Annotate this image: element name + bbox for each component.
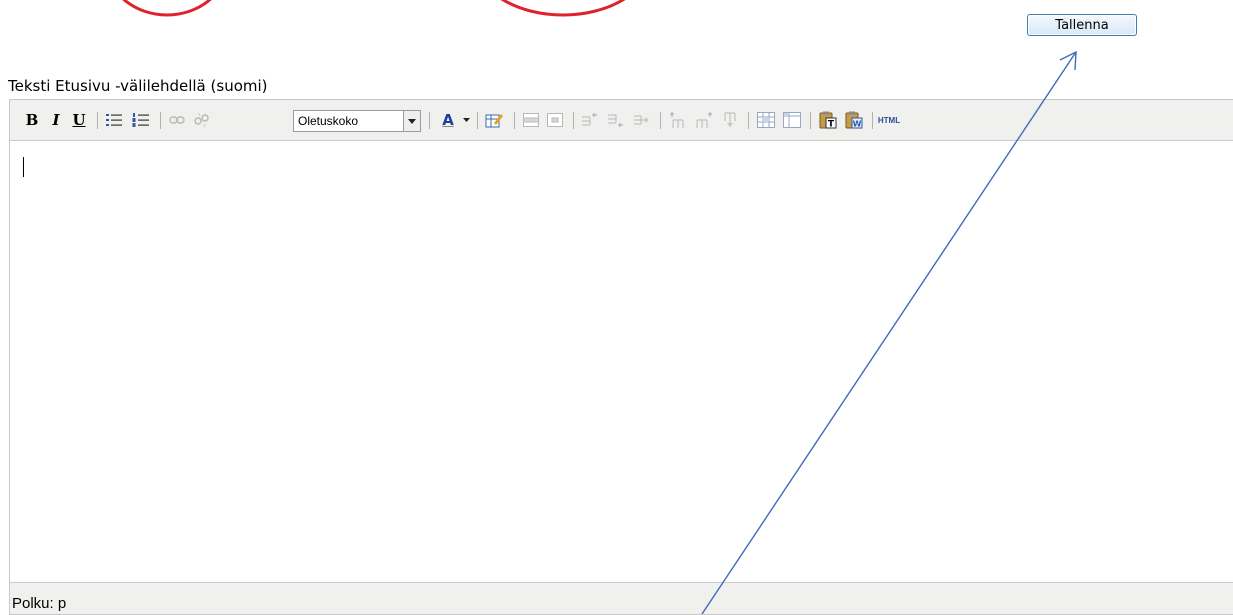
insert-row-before-icon [582, 113, 597, 126]
delete-row-button[interactable] [631, 110, 653, 130]
rich-text-editor: B I U Oletuskoko A T W HTML Polku: p [9, 99, 1233, 615]
font-size-select[interactable]: Oletuskoko [293, 110, 421, 132]
editor-toolbar: B I U Oletuskoko A T W HTML [10, 100, 1233, 141]
toolbar-separator [429, 112, 430, 129]
numbered-list-button[interactable] [130, 110, 152, 130]
html-source-button[interactable]: HTML [877, 110, 901, 130]
text-cursor [23, 157, 24, 177]
link-icon [169, 116, 185, 124]
toolbar-separator [514, 112, 515, 129]
insert-col-after-button[interactable] [693, 110, 715, 130]
editor-statusbar: Polku: p [10, 582, 1233, 614]
chevron-down-icon [462, 118, 470, 122]
save-button[interactable]: Tallenna [1027, 14, 1137, 36]
italic-icon: I [52, 111, 60, 129]
bold-button[interactable]: B [24, 110, 40, 130]
delete-col-icon [724, 112, 736, 127]
insert-row-before-button[interactable] [579, 110, 601, 130]
toolbar-separator [477, 112, 478, 129]
toolbar-separator [573, 112, 574, 129]
row-props-icon [523, 113, 539, 127]
font-color-icon: A [442, 111, 454, 129]
toolbar-separator [160, 112, 161, 129]
delete-row-icon [634, 115, 649, 125]
bullet-list-button[interactable] [103, 110, 125, 130]
underline-icon: U [72, 111, 86, 129]
toolbar-separator [872, 112, 873, 129]
html-icon: HTML [877, 115, 901, 125]
split-cells-icon [783, 112, 801, 128]
insert-col-before-icon [670, 112, 684, 128]
italic-button[interactable]: I [48, 110, 64, 130]
editor-content-area[interactable] [10, 141, 1233, 583]
font-color-button[interactable]: A [437, 110, 459, 130]
font-color-dropdown[interactable] [461, 110, 471, 130]
bullet-list-icon [106, 114, 122, 126]
cell-props-button[interactable] [545, 110, 565, 130]
merge-cells-icon [757, 112, 775, 128]
link-button[interactable] [167, 110, 187, 130]
paste-word-button[interactable]: W [843, 110, 865, 130]
split-cells-button[interactable] [781, 110, 803, 130]
unlink-button[interactable] [191, 110, 211, 130]
paste-word-icon: W [845, 111, 863, 129]
row-props-button[interactable] [521, 110, 541, 130]
insert-col-after-icon [696, 112, 712, 128]
insert-row-after-button[interactable] [605, 110, 627, 130]
delete-col-button[interactable] [719, 110, 741, 130]
unlink-icon [194, 112, 209, 128]
font-size-value: Oletuskoko [298, 114, 359, 128]
paste-text-icon: T [819, 111, 837, 129]
toolbar-separator [660, 112, 661, 129]
bold-icon: B [25, 111, 39, 129]
insert-row-after-icon [608, 114, 623, 127]
insert-table-button[interactable] [483, 110, 505, 130]
merge-cells-button[interactable] [755, 110, 777, 130]
svg-text:W: W [853, 120, 862, 129]
toolbar-separator [810, 112, 811, 129]
element-path: Polku: p [12, 595, 67, 612]
paste-text-button[interactable]: T [817, 110, 839, 130]
insert-col-before-button[interactable] [667, 110, 689, 130]
svg-text:T: T [828, 120, 835, 130]
red-annotation-circle-left [122, 0, 212, 17]
arrow-head-icon [1059, 50, 1077, 71]
toolbar-separator [97, 112, 98, 129]
cell-props-icon [547, 113, 563, 127]
editor-label: Teksti Etusivu -välilehdellä (suomi) [8, 77, 268, 95]
chevron-down-icon[interactable] [403, 111, 420, 131]
red-annotation-circle-right [500, 0, 626, 17]
underline-button[interactable]: U [71, 110, 87, 130]
toolbar-separator [748, 112, 749, 129]
numbered-list-icon [132, 113, 149, 127]
edit-table-icon [485, 114, 503, 128]
